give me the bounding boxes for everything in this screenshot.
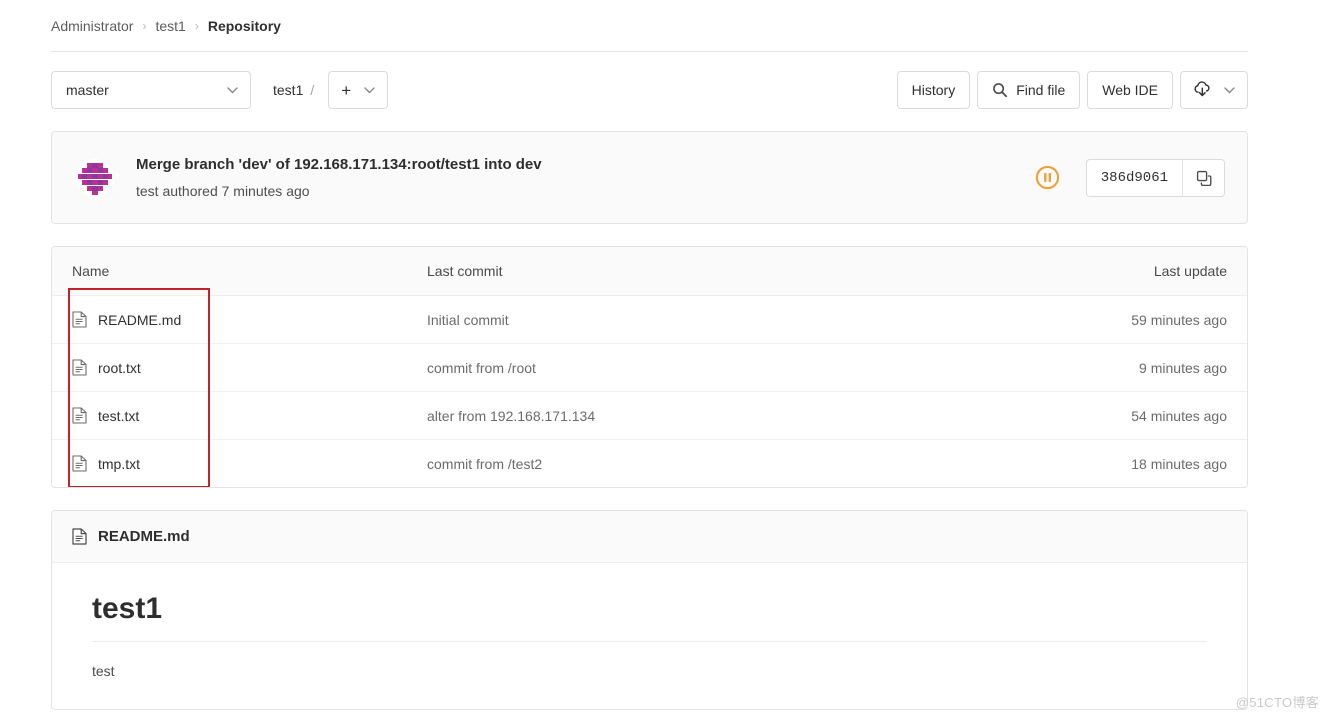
file-link[interactable]: README.md <box>98 312 181 328</box>
file-list-card: Name Last commit Last update README.md I… <box>51 246 1248 488</box>
readme-paragraph: test <box>92 663 115 679</box>
readme-filename[interactable]: README.md <box>98 528 190 545</box>
branch-selector[interactable]: master <box>51 71 251 109</box>
table-row[interactable]: root.txt commit from /root 9 minutes ago <box>52 343 1247 392</box>
readme-content: test1 test <box>52 563 1247 709</box>
commit-meta: 386d9061 <box>1035 158 1225 197</box>
table-row[interactable]: README.md Initial commit 59 minutes ago <box>52 295 1247 344</box>
file-last-update: 54 minutes ago <box>997 391 1247 440</box>
file-last-commit[interactable]: commit from /test2 <box>407 440 997 488</box>
watermark: @51CTO博客 <box>1235 695 1319 710</box>
commit-sha-group: 386d9061 <box>1085 158 1225 197</box>
column-header-last-commit: Last commit <box>407 247 997 296</box>
breadcrumb-item-test1[interactable]: test1 <box>155 18 185 34</box>
chevron-down-icon <box>1224 86 1235 94</box>
file-last-update: 18 minutes ago <box>1131 455 1227 472</box>
web-ide-button[interactable]: Web IDE <box>1087 71 1173 109</box>
chevron-down-icon <box>227 86 238 94</box>
table-row[interactable]: tmp.txt commit from /test2 18 minutes ag… <box>52 440 1247 488</box>
breadcrumb: Administrator › test1 › Repository <box>51 0 1248 52</box>
file-link[interactable]: root.txt <box>98 360 141 376</box>
file-name-cell: README.md <box>52 295 407 344</box>
find-file-button-label: Find file <box>1016 82 1066 98</box>
chevron-down-icon <box>364 86 375 94</box>
file-last-commit[interactable]: commit from /root <box>407 343 997 392</box>
pipeline-status-pending-icon[interactable] <box>1035 165 1060 190</box>
readme-card: README.md test1 test <box>51 510 1248 710</box>
commit-author-time: test authored 7 minutes ago <box>136 182 310 199</box>
add-to-repository-button[interactable]: + <box>328 71 389 109</box>
file-icon <box>72 455 87 472</box>
readme-heading: test1 <box>92 591 1207 642</box>
file-icon <box>72 407 87 424</box>
file-icon <box>72 528 87 545</box>
avatar <box>76 158 114 197</box>
file-link[interactable]: tmp.txt <box>98 456 140 472</box>
file-last-commit[interactable]: Initial commit <box>407 295 997 344</box>
toolbar-actions: History Find file Web IDE <box>890 71 1248 109</box>
path-crumb-root[interactable]: test1 <box>273 82 303 98</box>
file-name-cell: test.txt <box>52 391 407 440</box>
file-last-update: 59 minutes ago <box>997 295 1247 344</box>
path-breadcrumb: test1 / <box>273 82 321 98</box>
web-ide-button-label: Web IDE <box>1102 82 1158 98</box>
history-button[interactable]: History <box>896 71 971 109</box>
find-file-button[interactable]: Find file <box>977 71 1081 109</box>
history-button-label: History <box>911 82 956 98</box>
last-commit-banner: Merge branch 'dev' of 192.168.171.134:ro… <box>51 131 1248 224</box>
file-name-cell: root.txt <box>52 343 407 392</box>
file-icon <box>72 311 87 328</box>
plus-icon: + <box>341 80 352 100</box>
commit-sha[interactable]: 386d9061 <box>1087 160 1182 196</box>
column-header-last-update: Last update <box>997 247 1247 296</box>
file-last-update: 9 minutes ago <box>997 343 1247 392</box>
table-header-row: Name Last commit Last update <box>52 247 1247 296</box>
breadcrumb-item-administrator[interactable]: Administrator <box>51 18 133 34</box>
file-link[interactable]: test.txt <box>98 408 139 424</box>
breadcrumb-separator: › <box>142 18 147 33</box>
file-name-cell: tmp.txt <box>52 440 407 488</box>
file-icon <box>72 359 87 376</box>
readme-header: README.md <box>52 511 1247 563</box>
search-icon <box>992 82 1008 98</box>
file-table-body: README.md Initial commit 59 minutes ago <box>52 295 1247 488</box>
repository-toolbar: master test1 / + History Find file Web I… <box>51 69 1248 111</box>
download-cloud-icon <box>1193 81 1212 99</box>
file-last-commit[interactable]: alter from 192.168.171.134 <box>407 391 997 440</box>
table-row[interactable]: test.txt alter from 192.168.171.134 54 m… <box>52 391 1247 440</box>
clone-download-button[interactable] <box>1180 71 1248 109</box>
breadcrumb-item-repository: Repository <box>207 17 281 34</box>
commit-info: Merge branch 'dev' of 192.168.171.134:ro… <box>136 155 542 199</box>
branch-selector-label: master <box>66 82 109 98</box>
column-header-name: Name <box>52 247 407 296</box>
repository-page: Administrator › test1 › Repository maste… <box>51 0 1248 710</box>
copy-icon[interactable] <box>1182 159 1224 196</box>
path-separator: / <box>310 82 315 98</box>
file-table: Name Last commit Last update README.md I… <box>52 247 1247 487</box>
commit-message[interactable]: Merge branch 'dev' of 192.168.171.134:ro… <box>136 155 542 175</box>
breadcrumb-separator: › <box>194 18 199 33</box>
